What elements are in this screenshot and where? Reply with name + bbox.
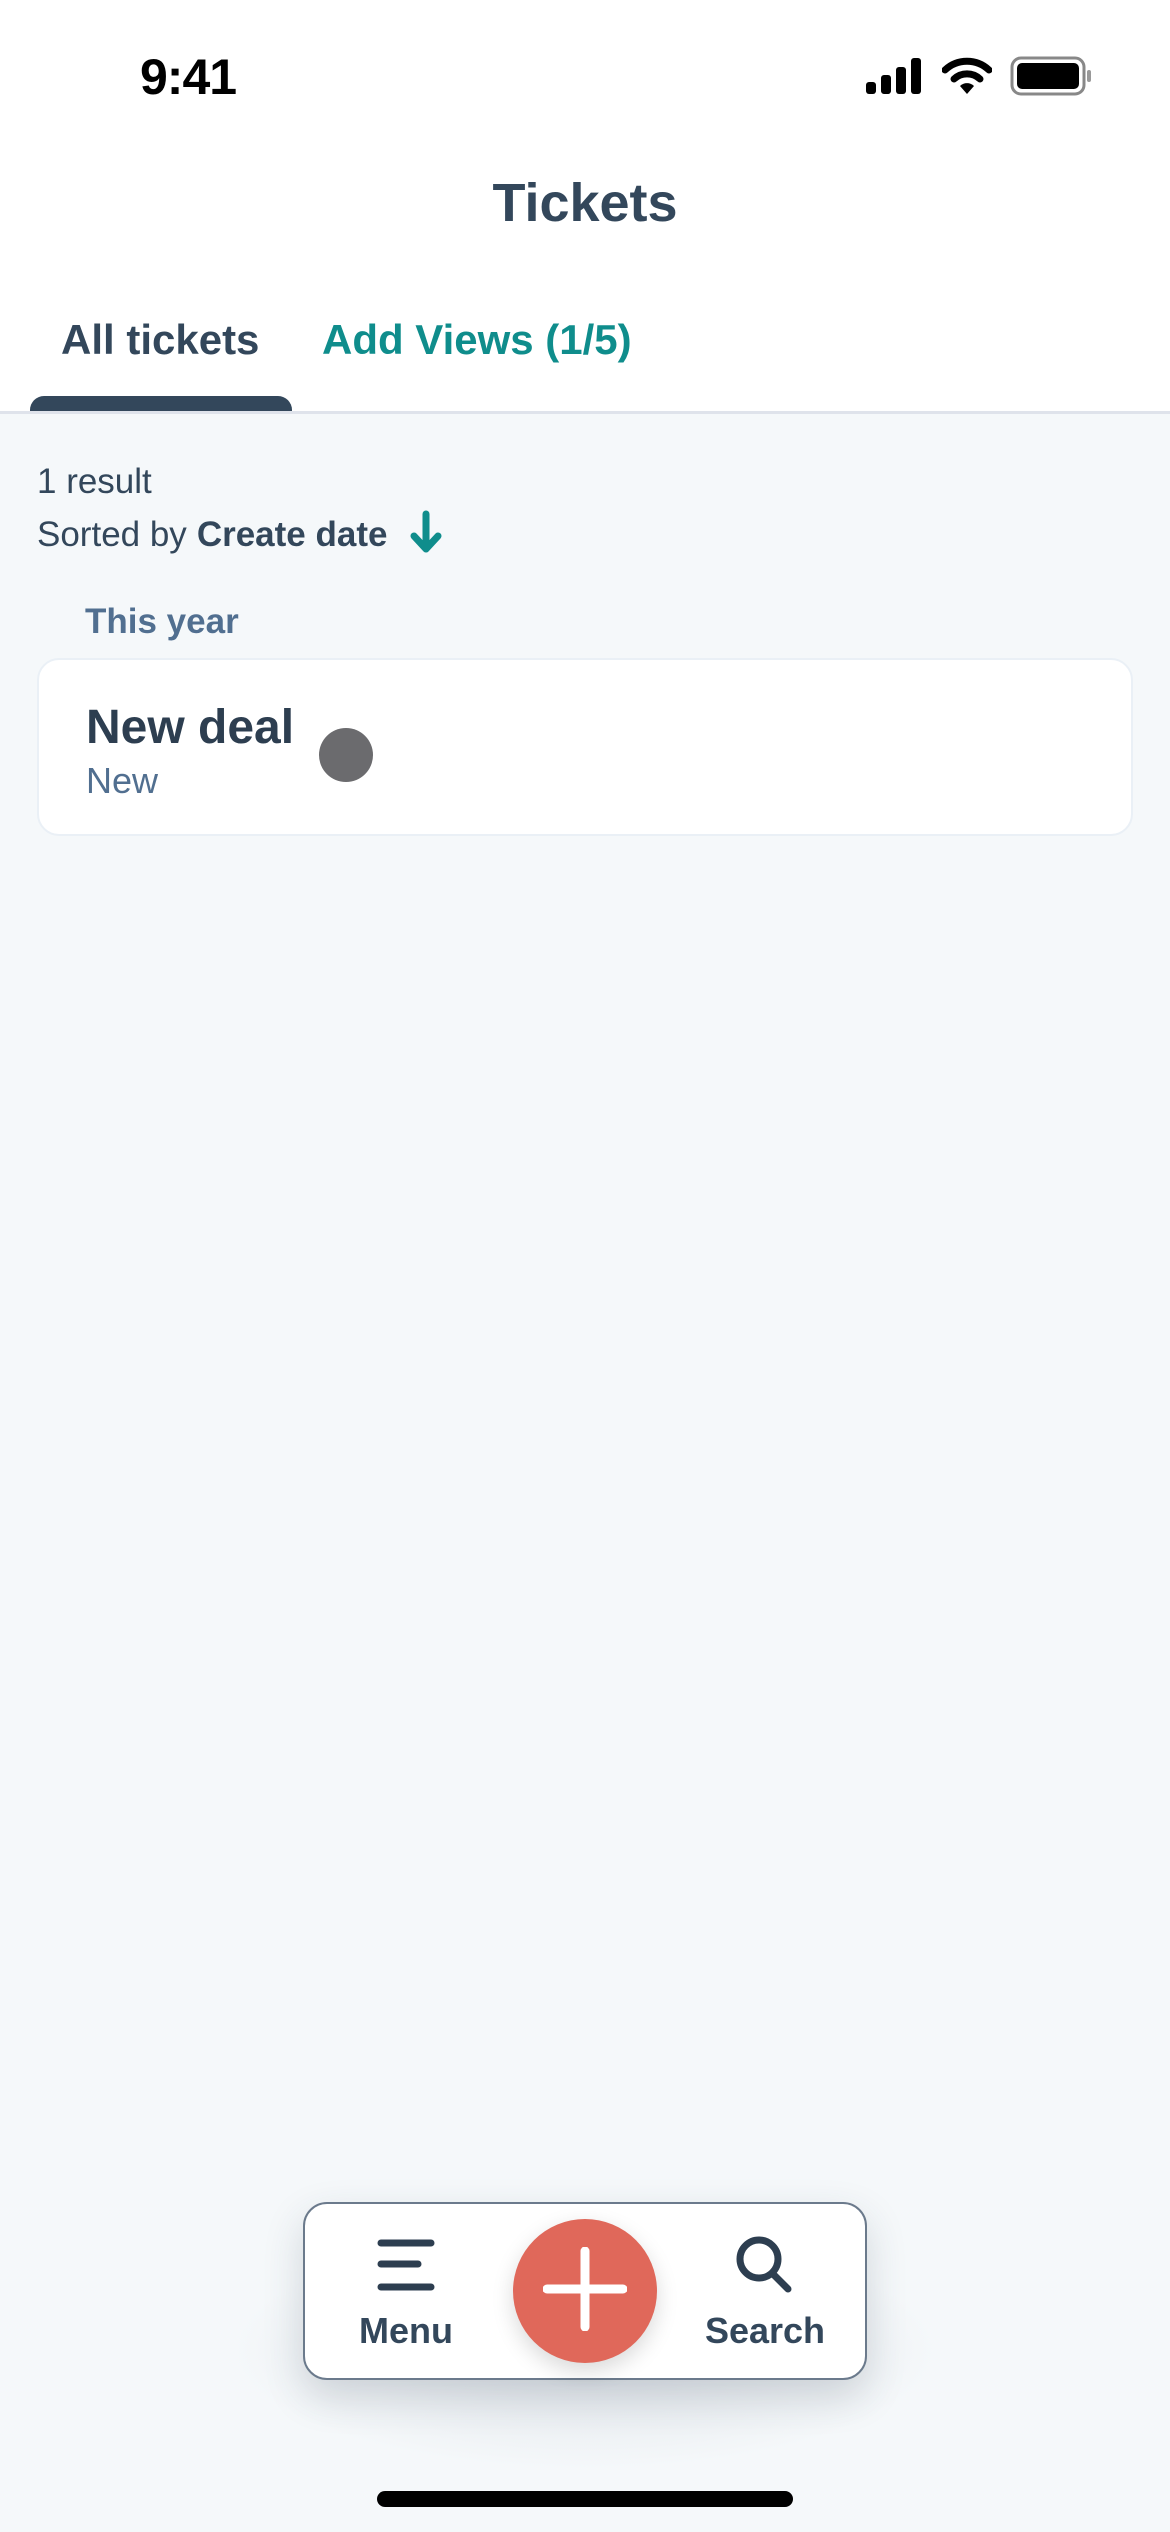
tab-add-views[interactable]: Add Views (1/5) <box>322 316 632 364</box>
arrow-down-icon[interactable] <box>409 510 443 563</box>
search-icon <box>734 2234 796 2296</box>
sort-field[interactable]: Create date <box>197 515 388 555</box>
touch-indicator <box>319 728 373 782</box>
status-icons <box>866 56 1092 101</box>
add-button[interactable] <box>513 2219 657 2363</box>
page-title: Tickets <box>492 173 678 233</box>
sort-control[interactable]: Sorted by Create date <box>37 506 443 563</box>
top-header-area: 9:41 Tickets All tickets Add Views (1/5) <box>0 0 1170 412</box>
plus-icon <box>542 2246 628 2336</box>
header-divider <box>0 411 1170 414</box>
ticket-card[interactable]: New deal New <box>37 658 1133 836</box>
ticket-status: New <box>86 760 159 801</box>
search-label: Search <box>704 2310 826 2351</box>
group-label-this-year: This year <box>85 602 239 641</box>
hamburger-menu-icon <box>376 2234 436 2296</box>
result-count: 1 result <box>37 462 152 501</box>
ticket-title: New deal <box>86 701 295 754</box>
home-indicator <box>377 2491 793 2507</box>
active-tab-indicator <box>30 396 292 412</box>
wifi-icon <box>941 57 993 100</box>
cellular-signal-icon <box>866 58 924 99</box>
tab-all-tickets[interactable]: All tickets <box>61 316 259 364</box>
menu-button[interactable]: Menu <box>345 2204 467 2382</box>
battery-icon <box>1010 56 1092 101</box>
menu-label: Menu <box>359 2310 453 2351</box>
sort-prefix: Sorted by <box>37 514 187 554</box>
search-button[interactable]: Search <box>700 2204 830 2382</box>
status-time: 9:41 <box>140 49 237 105</box>
